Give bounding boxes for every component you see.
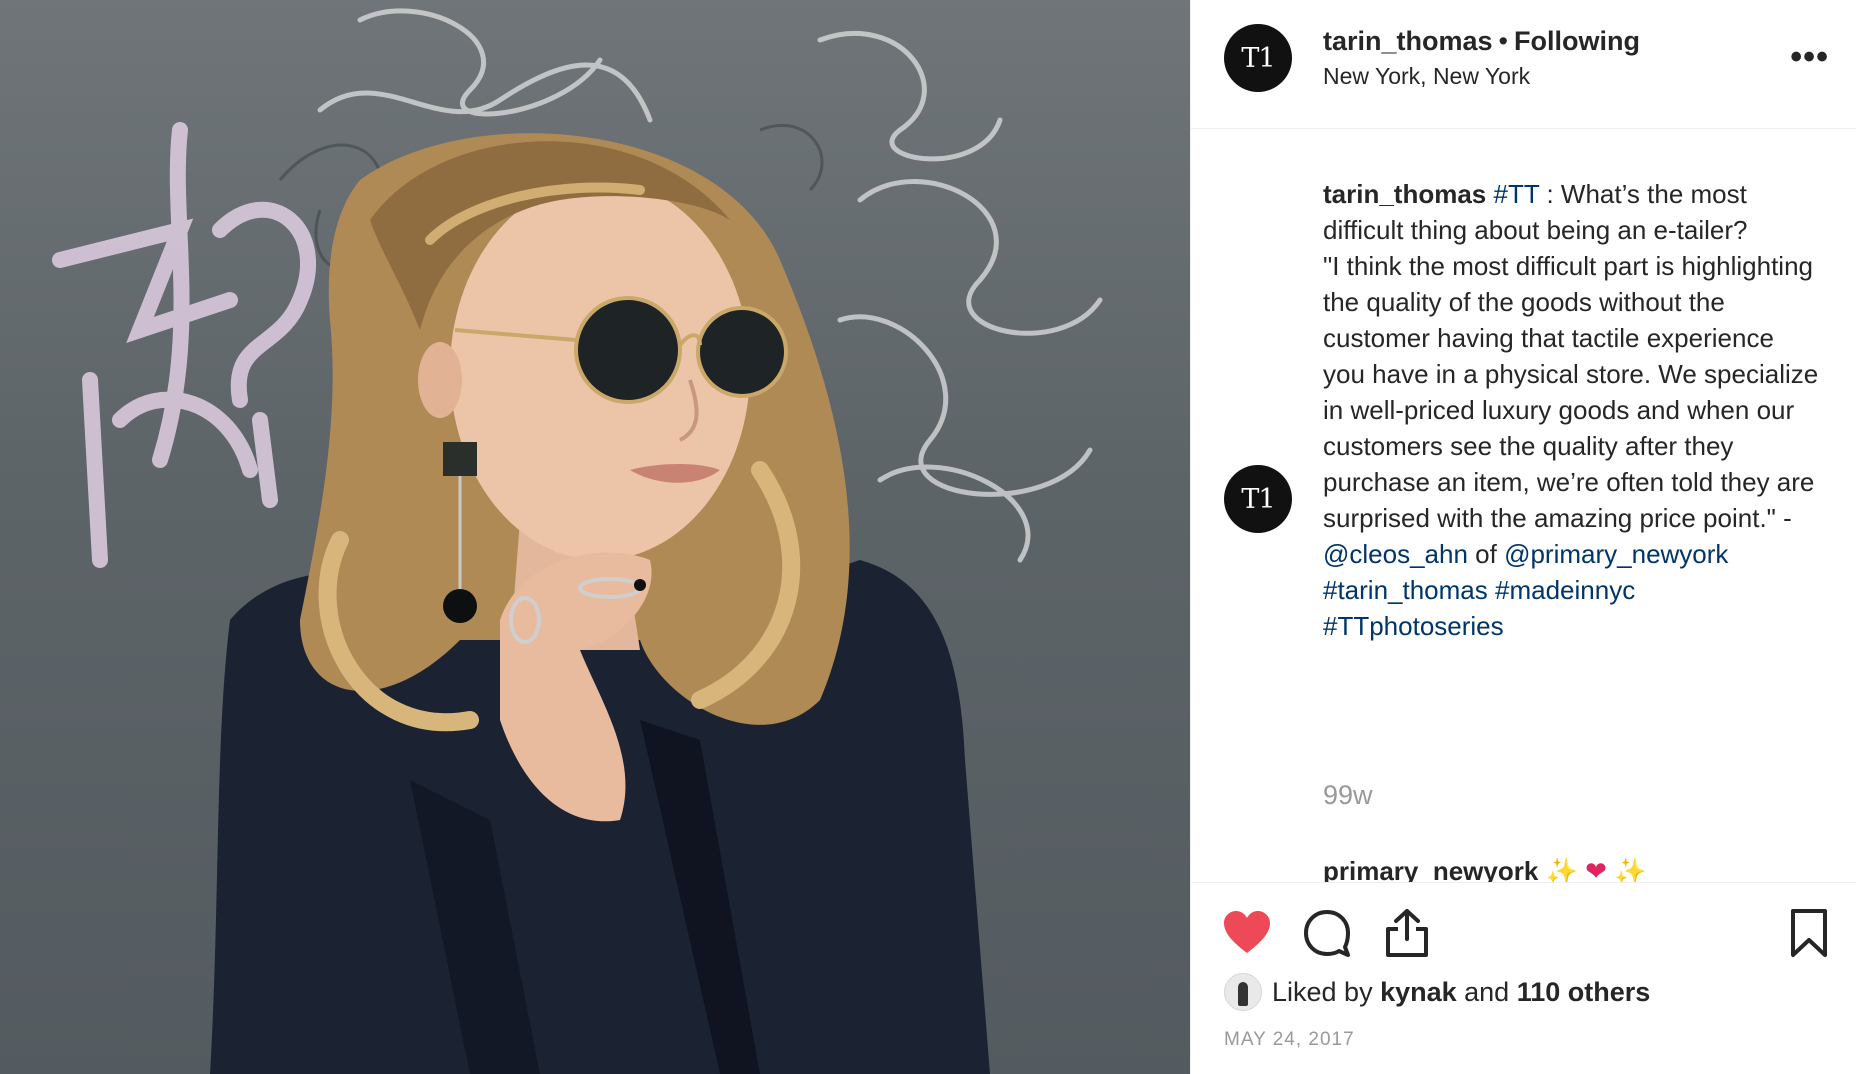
author-username[interactable]: tarin_thomas — [1323, 26, 1493, 56]
share-button[interactable] — [1381, 907, 1433, 959]
post-side-panel: T1 tarin_thomas • Following New York, New … — [1190, 0, 1856, 1074]
share-icon — [1386, 909, 1428, 957]
likes-summary[interactable]: Liked by kynak and 110 others — [1224, 973, 1650, 1011]
instagram-post: T1 tarin_thomas • Following New York, New … — [0, 0, 1856, 1074]
like-button[interactable] — [1221, 907, 1273, 959]
photo-illustration — [52, 8, 1103, 1074]
hashtag-link[interactable]: #madeinnyc — [1495, 575, 1635, 605]
separator-dot: • — [1498, 26, 1508, 56]
follow-button[interactable]: Following — [1514, 26, 1640, 56]
more-horizontal-icon[interactable]: ••• — [1790, 40, 1829, 74]
heart-emoji: ❤ — [1585, 856, 1607, 882]
heart-filled-icon — [1224, 911, 1270, 953]
hashtag-link[interactable]: #TTphotoseries — [1323, 611, 1504, 641]
likes-count[interactable]: 110 others — [1517, 977, 1651, 1007]
author-avatar[interactable]: T1 — [1224, 24, 1292, 92]
post-date[interactable]: MAY 24, 2017 — [1224, 1029, 1355, 1051]
comment-username[interactable]: primary_newyork — [1323, 856, 1538, 882]
post-photo[interactable] — [0, 0, 1190, 1074]
comment-item: primary_newyork ✨ ❤ ✨ — [1323, 856, 1647, 882]
hashtag-link[interactable]: #TT — [1494, 179, 1540, 209]
post-header: T1 tarin_thomas • Following New York, New … — [1191, 0, 1856, 129]
author-info: tarin_thomas • Following New York, New Yor… — [1323, 26, 1640, 90]
liker-username[interactable]: kynak — [1380, 977, 1457, 1007]
likes-middle: and — [1456, 976, 1517, 1007]
likes-prefix: Liked by — [1272, 976, 1381, 1007]
liker-avatar[interactable] — [1224, 973, 1262, 1011]
post-actions-footer: Liked by kynak and 110 others MAY 24, 20… — [1191, 882, 1856, 1074]
post-location[interactable]: New York, New York — [1323, 63, 1640, 90]
comments-section[interactable]: T1 tarin_thomas #TT : What’s the most di… — [1191, 130, 1856, 882]
sparkles-emoji: ✨ — [1614, 856, 1647, 882]
hashtag-link[interactable]: #tarin_thomas — [1323, 575, 1488, 605]
caption-text: "I think the most difficult part is high… — [1323, 251, 1819, 533]
comment-icon — [1304, 910, 1350, 957]
comment-button[interactable] — [1301, 907, 1353, 959]
mention-link[interactable]: @primary_newyork — [1504, 539, 1728, 569]
post-caption: tarin_thomas #TT : What’s the most diffi… — [1323, 176, 1823, 644]
save-button[interactable] — [1783, 907, 1835, 959]
caption-avatar[interactable]: T1 — [1224, 465, 1292, 533]
likes-text: Liked by kynak and 110 others — [1272, 977, 1650, 1008]
caption-timestamp[interactable]: 99w — [1323, 780, 1373, 811]
caption-username[interactable]: tarin_thomas — [1323, 179, 1486, 209]
caption-text: of — [1467, 539, 1505, 569]
sparkles-emoji: ✨ — [1545, 856, 1578, 882]
mention-link[interactable]: @cleos_ahn — [1323, 539, 1468, 569]
bookmark-icon — [1791, 909, 1827, 957]
